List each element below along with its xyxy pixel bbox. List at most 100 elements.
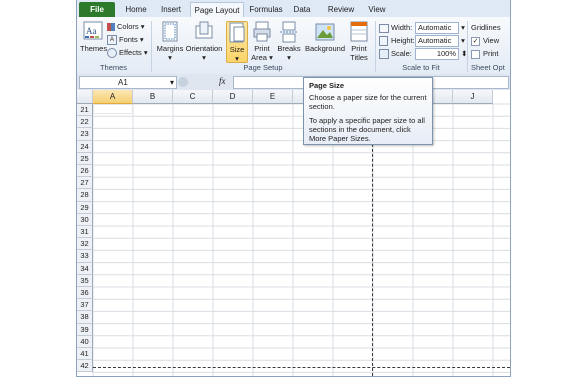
tab-view[interactable]: View [364, 2, 390, 17]
chevron-down-icon[interactable]: ▾ [461, 36, 465, 45]
fonts-label: Fonts [119, 35, 138, 44]
tab-review[interactable]: Review [324, 2, 358, 17]
gridlines-print-checkbox[interactable]: Print [471, 48, 498, 60]
worksheet-grid[interactable]: ABCDEFGHIJ 21222324252627282930313233343… [77, 90, 510, 376]
row-header-41[interactable]: 41 [77, 348, 93, 361]
name-box-value: A1 [118, 78, 128, 87]
background-icon [315, 23, 335, 41]
size-label: Size [229, 45, 245, 54]
group-divider [467, 21, 468, 72]
print-titles-label: Print [351, 44, 367, 53]
tab-insert[interactable]: Insert [155, 2, 187, 17]
tab-file[interactable]: File [79, 2, 115, 17]
breaks-button[interactable]: Breaks ▾ [276, 21, 302, 62]
tab-data[interactable]: Data [289, 2, 315, 17]
colors-button[interactable]: Colors ▾ [107, 21, 145, 33]
row-header-24[interactable]: 24 [77, 140, 93, 153]
row-header-42[interactable]: 42 [77, 360, 93, 373]
fonts-icon: A [107, 35, 117, 46]
chevron-down-icon[interactable]: ▾ [461, 23, 465, 32]
margins-button[interactable]: Margins ▾ [155, 21, 185, 62]
effects-icon [107, 48, 117, 59]
scale-label: Scale: [391, 49, 412, 58]
scale-row: Scale: 100% ⬍ [379, 48, 467, 61]
width-icon [379, 23, 389, 33]
fonts-button[interactable]: A Fonts ▾ [107, 34, 144, 46]
scale-group-label: Scale to Fit [402, 63, 440, 72]
row-header-36[interactable]: 36 [77, 287, 93, 300]
background-button[interactable]: Background [304, 21, 346, 53]
print-titles-label-2: Titles [350, 53, 368, 62]
print-area-button[interactable]: Print Area ▾ [249, 21, 275, 62]
row-header-31[interactable]: 31 [77, 226, 93, 239]
excel-window: File Home Insert Page Layout Formulas Da… [76, 0, 511, 377]
column-header-a[interactable]: A [93, 90, 133, 104]
print-titles-button[interactable]: Print Titles [347, 21, 371, 62]
column-header-j[interactable]: J [453, 90, 493, 104]
width-value: Automatic [418, 23, 452, 33]
name-box[interactable]: A1 ▾ [79, 76, 177, 89]
dropdown-arrow-icon: ▾ [202, 53, 206, 62]
themes-button[interactable]: Aa Themes [80, 21, 108, 53]
formula-bar: A1 ▾ fx [77, 74, 510, 91]
chevron-down-icon[interactable]: ▾ [170, 77, 174, 88]
checkbox-checked-icon[interactable]: ✓ [471, 36, 480, 46]
gridlines-print-label: Print [483, 49, 499, 58]
select-all-corner[interactable] [77, 90, 93, 104]
print-area-label: Print [254, 44, 270, 53]
row-header-26[interactable]: 26 [77, 165, 93, 178]
row-header-35[interactable]: 35 [77, 274, 93, 287]
row-header-39[interactable]: 39 [77, 323, 93, 336]
group-divider [375, 21, 376, 72]
row-header-25[interactable]: 25 [77, 152, 93, 165]
gridlines-view-label: View [483, 36, 500, 45]
tab-home[interactable]: Home [120, 2, 152, 17]
row-header-32[interactable]: 32 [77, 238, 93, 251]
column-header-b[interactable]: B [133, 90, 173, 104]
tooltip-title: Page Size [309, 81, 345, 90]
row-header-27[interactable]: 27 [77, 177, 93, 190]
height-dropdown[interactable]: Automatic [415, 35, 459, 48]
height-row: Height: Automatic ▾ [379, 35, 465, 48]
effects-button[interactable]: Effects ▾ [107, 47, 148, 59]
print-area-icon [253, 21, 271, 42]
row-header-30[interactable]: 30 [77, 213, 93, 226]
page-setup-group-label: Page Setup [243, 63, 283, 72]
row-header-38[interactable]: 38 [77, 311, 93, 324]
width-dropdown[interactable]: Automatic [415, 22, 459, 35]
row-header-22[interactable]: 22 [77, 116, 93, 129]
expand-handle-icon[interactable] [178, 77, 188, 87]
scale-spinner[interactable]: 100% [415, 48, 459, 61]
selected-cell-a1[interactable] [93, 104, 133, 114]
column-header-c[interactable]: C [173, 90, 213, 104]
tab-page-layout[interactable]: Page Layout [190, 2, 244, 18]
cell-gridlines [92, 103, 510, 376]
tooltip-text-1: Choose a paper size for the current sect… [309, 93, 427, 111]
print-titles-icon [350, 21, 368, 42]
row-header-34[interactable]: 34 [77, 262, 93, 275]
svg-text:Aa: Aa [86, 26, 97, 36]
colors-icon [107, 23, 115, 32]
row-header-33[interactable]: 33 [77, 250, 93, 263]
scale-value: 100% [436, 49, 456, 59]
column-header-d[interactable]: D [213, 90, 253, 104]
print-area-label-2: Area [251, 53, 267, 62]
row-header-23[interactable]: 23 [77, 128, 93, 141]
height-value: Automatic [418, 36, 452, 46]
themes-label: Themes [80, 44, 108, 53]
row-header-37[interactable]: 37 [77, 299, 93, 312]
tab-formulas[interactable]: Formulas [247, 2, 285, 17]
fx-icon[interactable]: fx [219, 76, 226, 86]
group-divider [151, 21, 152, 72]
row-header-28[interactable]: 28 [77, 189, 93, 202]
size-button[interactable]: Size ▾ [226, 21, 248, 63]
gridlines-view-checkbox[interactable]: ✓ View [471, 35, 499, 47]
column-header-e[interactable]: E [253, 90, 293, 104]
row-header-40[interactable]: 40 [77, 335, 93, 348]
row-header-21[interactable]: 21 [77, 104, 93, 117]
orientation-icon [195, 21, 213, 39]
checkbox-unchecked-icon[interactable] [471, 49, 480, 59]
orientation-button[interactable]: Orientation ▾ [185, 21, 223, 62]
gridlines-heading: Gridlines [471, 23, 501, 32]
row-header-29[interactable]: 29 [77, 201, 93, 214]
